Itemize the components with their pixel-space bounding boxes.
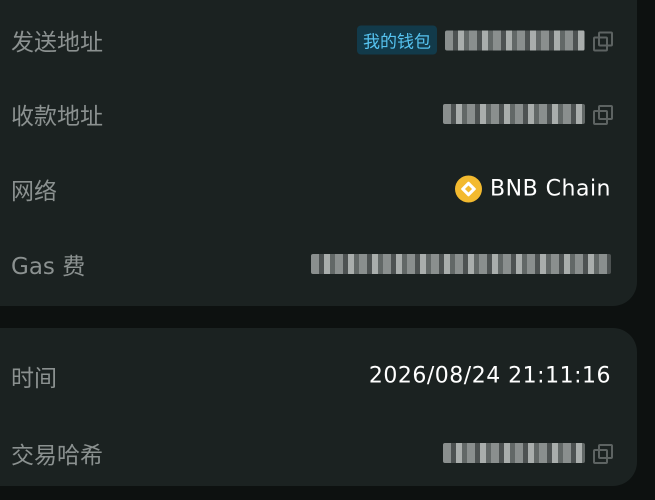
gas-fee-row: Gas 费 — [0, 244, 637, 284]
timestamp: 2026/08/24 21:11:16 — [368, 363, 611, 389]
network-row: 网络 BNB Chain — [0, 169, 637, 209]
transaction-details-page: 发送地址 我的钱包 收款地址 网络 BNB Chain Gas 费 时间 202… — [0, 0, 655, 500]
gas-fee-value — [311, 254, 611, 274]
gas-fee-masked — [311, 254, 611, 274]
copy-receiver-icon[interactable] — [593, 105, 613, 125]
sender-row: 发送地址 我的钱包 — [0, 20, 637, 60]
tx-hash-value — [443, 443, 613, 464]
receiver-address-masked — [443, 104, 585, 124]
network-name: BNB Chain — [490, 176, 611, 202]
bnb-chain-icon — [455, 175, 483, 203]
tx-hash-label: 交易哈希 — [11, 443, 103, 469]
receiver-row: 收款地址 — [0, 94, 637, 134]
receiver-value — [443, 104, 613, 125]
time-label: 时间 — [11, 366, 57, 392]
tx-hash-masked — [443, 443, 585, 463]
time-value: 2026/08/24 21:11:16 — [369, 364, 611, 389]
sender-value: 我的钱包 — [357, 25, 613, 55]
receiver-label: 收款地址 — [11, 104, 103, 130]
network-value: BNB Chain — [455, 175, 611, 203]
copy-sender-icon[interactable] — [593, 31, 613, 51]
gas-fee-label: Gas 费 — [11, 254, 86, 280]
network-label: 网络 — [11, 179, 57, 205]
sender-label: 发送地址 — [11, 30, 103, 56]
tx-hash-row: 交易哈希 — [0, 433, 637, 473]
time-row: 时间 2026/08/24 21:11:16 — [0, 356, 637, 396]
sender-address-masked — [445, 30, 585, 50]
copy-tx-hash-icon[interactable] — [593, 444, 613, 464]
my-wallet-badge: 我的钱包 — [357, 25, 437, 55]
